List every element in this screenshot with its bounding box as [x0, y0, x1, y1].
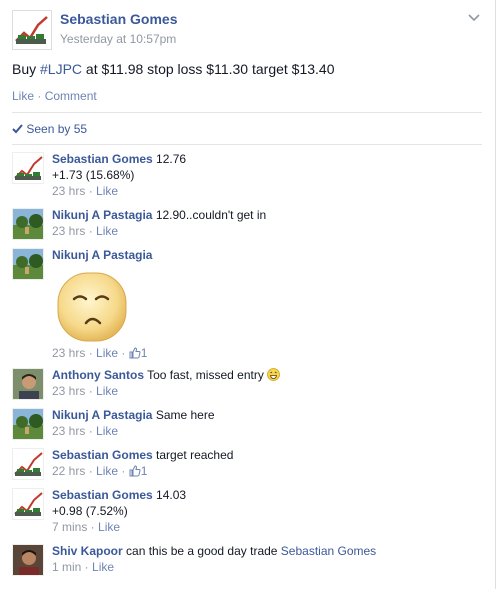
comment-like-link[interactable]: Like	[96, 224, 118, 238]
comment-time[interactable]: 22 hrs	[52, 464, 85, 478]
landscape-photo-icon	[13, 209, 43, 239]
landscape-photo-icon	[13, 409, 43, 439]
separator-dot: ·	[37, 89, 42, 103]
comment-text: 14.03	[152, 488, 187, 502]
post-text: Buy #LJPC at $11.98 stop loss $11.30 tar…	[12, 61, 335, 77]
comment-like-link[interactable]: Like	[96, 384, 118, 398]
comment-body: Sebastian Gomes target reached 22 hrs · …	[52, 447, 480, 481]
commenter-avatar[interactable]	[12, 448, 44, 480]
post-author-name[interactable]: Sebastian Gomes	[60, 11, 178, 27]
comment-like-count[interactable]: 1	[141, 464, 148, 478]
comment-time[interactable]: 23 hrs	[52, 224, 85, 238]
commenter-avatar[interactable]	[12, 152, 44, 184]
hashtag-link[interactable]: #LJPC	[40, 61, 82, 77]
commenter-name[interactable]: Sebastian Gomes	[52, 152, 153, 166]
comment-text-line2: +0.98 (7.52%)	[52, 504, 128, 518]
like-post-link[interactable]: Like	[12, 89, 34, 103]
seen-by-indicator[interactable]: Seen by 55	[12, 122, 87, 136]
sad-face-sticker	[54, 269, 130, 345]
person-photo-icon	[13, 369, 43, 399]
commenter-name[interactable]: Shiv Kapoor	[52, 544, 123, 558]
comment-text: 12.90..couldn't get in	[152, 208, 267, 222]
comment-meta: 23 hrs · Like	[52, 384, 119, 398]
post-card: Sebastian Gomes Yesterday at 10:57pm Buy…	[0, 0, 496, 589]
comment-text: Too fast, missed entry	[144, 368, 264, 382]
comment-text: Same here	[152, 408, 215, 422]
seen-by-label: Seen by 55	[26, 122, 88, 136]
comment-time[interactable]: 23 hrs	[52, 424, 85, 438]
comment-post-link[interactable]: Comment	[45, 89, 97, 103]
comment-body: Sebastian Gomes 12.76 +1.73 (15.68%) 23 …	[52, 151, 480, 199]
divider	[12, 112, 482, 113]
comment-like-link[interactable]: Like	[96, 464, 118, 478]
mention-link[interactable]: Sebastian Gomes	[281, 544, 376, 558]
commenter-name[interactable]: Sebastian Gomes	[52, 448, 153, 462]
thumbs-up-icon[interactable]	[129, 347, 141, 363]
author-avatar[interactable]	[12, 10, 52, 50]
comment-time[interactable]: 7 mins	[52, 520, 87, 534]
comment-body: Nikunj A Pastagia 23 hrs · Like · 1	[52, 247, 480, 363]
logo-chart-icon	[14, 156, 43, 180]
post-text-prefix: Buy	[12, 61, 41, 77]
comment-like-link[interactable]: Like	[96, 346, 118, 360]
comment-body: Shiv Kapoor can this be a good day trade…	[52, 543, 480, 575]
divider	[12, 144, 482, 145]
comment-time[interactable]: 23 hrs	[52, 346, 85, 360]
grin-emoji-icon	[267, 368, 281, 382]
comment-text: target reached	[152, 448, 234, 462]
person-photo-icon	[13, 545, 43, 575]
comment-text: can this be a good day trade	[122, 544, 281, 558]
commenter-name[interactable]: Nikunj A Pastagia	[52, 248, 152, 262]
commenter-avatar[interactable]	[12, 488, 44, 520]
comment-meta: 23 hrs · Like	[52, 424, 119, 438]
comment-text: 12.76	[152, 152, 187, 166]
logo-chart-icon	[14, 452, 43, 476]
comment-time[interactable]: 23 hrs	[52, 184, 85, 198]
commenter-avatar[interactable]	[12, 368, 44, 400]
comment-time[interactable]: 23 hrs	[52, 384, 85, 398]
commenter-name[interactable]: Sebastian Gomes	[52, 488, 153, 502]
commenter-name[interactable]: Nikunj A Pastagia	[52, 408, 152, 422]
comment-meta: 22 hrs · Like · 1	[52, 464, 147, 478]
comment-body: Anthony Santos Too fast, missed entry 23…	[52, 367, 480, 399]
comment-like-link[interactable]: Like	[96, 184, 118, 198]
comment-like-link[interactable]: Like	[98, 520, 120, 534]
commenter-avatar[interactable]	[12, 248, 44, 280]
comment-like-link[interactable]: Like	[92, 560, 114, 574]
post-actions: Like · Comment	[12, 89, 97, 103]
comment-like-count[interactable]: 1	[141, 346, 148, 360]
commenter-avatar[interactable]	[12, 208, 44, 240]
landscape-photo-icon	[13, 249, 43, 279]
comment-meta: 7 mins · Like	[52, 520, 121, 534]
comment-body: Sebastian Gomes 14.03 +0.98 (7.52%) 7 mi…	[52, 487, 480, 535]
comment-body: Nikunj A Pastagia Same here 23 hrs · Lik…	[52, 407, 480, 439]
thumbs-up-icon[interactable]	[129, 465, 141, 481]
comment-meta: 23 hrs · Like	[52, 184, 119, 198]
post-header: Sebastian Gomes Yesterday at 10:57pm	[12, 10, 482, 50]
comment-body: Nikunj A Pastagia 12.90..couldn't get in…	[52, 207, 480, 239]
comment-time[interactable]: 1 min	[52, 560, 81, 574]
comment-meta: 1 min · Like	[52, 560, 115, 574]
comment-meta: 23 hrs · Like	[52, 224, 119, 238]
comment-text-line2: +1.73 (15.68%)	[52, 168, 135, 182]
logo-chart-icon	[13, 11, 51, 49]
post-timestamp[interactable]: Yesterday at 10:57pm	[60, 32, 176, 46]
chevron-down-icon[interactable]	[466, 10, 482, 26]
post-text-suffix: at $11.98 stop loss $11.30 target $13.40	[82, 61, 335, 77]
commenter-avatar[interactable]	[12, 544, 44, 576]
logo-chart-icon	[14, 492, 43, 516]
comment-like-link[interactable]: Like	[96, 424, 118, 438]
commenter-avatar[interactable]	[12, 408, 44, 440]
commenter-name[interactable]: Nikunj A Pastagia	[52, 208, 152, 222]
checkmark-icon	[12, 124, 23, 134]
commenter-name[interactable]: Anthony Santos	[52, 368, 144, 382]
comment-meta: 23 hrs · Like · 1	[52, 346, 147, 360]
